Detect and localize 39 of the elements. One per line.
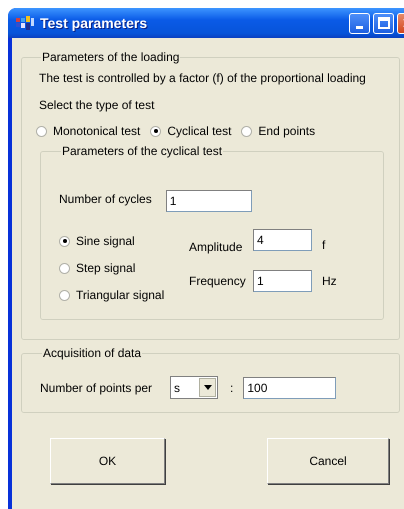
- frequency-field[interactable]: 1: [253, 270, 312, 292]
- minimize-icon: [356, 26, 363, 28]
- points-field[interactable]: 100: [243, 376, 336, 398]
- cancel-button[interactable]: Cancel: [267, 438, 389, 484]
- ok-button[interactable]: OK: [50, 438, 165, 484]
- dropdown-button[interactable]: [199, 378, 216, 397]
- prompt-text: Select the type of test: [39, 98, 156, 112]
- radio-label[interactable]: Sine signal: [76, 234, 135, 248]
- radio-button[interactable]: [59, 262, 70, 274]
- group-title: Acquisition of data: [42, 346, 142, 360]
- unit-dropdown[interactable]: s: [170, 376, 218, 399]
- radio-button[interactable]: [36, 126, 47, 136]
- maximize-icon: [378, 17, 390, 29]
- maximize-button[interactable]: [373, 12, 394, 34]
- radio-label[interactable]: Monotonical test: [53, 124, 140, 138]
- points-label: Number of points per: [40, 380, 154, 394]
- minimize-button[interactable]: [349, 12, 370, 34]
- radio-button[interactable]: [241, 126, 252, 136]
- separator-text: :: [230, 380, 234, 394]
- radio-button[interactable]: [59, 290, 70, 300]
- radio-label[interactable]: Step signal: [76, 261, 136, 275]
- amplitude-label: Amplitude: [189, 240, 244, 254]
- cycles-field[interactable]: 1: [166, 190, 252, 212]
- radio-label[interactable]: Cyclical test: [167, 124, 232, 138]
- app-icon: [16, 16, 34, 30]
- description-text: The test is controlled by a factor (f) of the proportional loading: [39, 71, 367, 85]
- frequency-unit: Hz: [322, 274, 337, 288]
- group-title: Parameters of the cyclical test: [61, 144, 224, 158]
- radio-button[interactable]: [59, 236, 70, 246]
- window-title: Test parameters: [40, 15, 148, 31]
- frequency-label: Frequency: [189, 274, 247, 288]
- cycles-label: Number of cycles: [59, 192, 152, 206]
- radio-label[interactable]: End points: [258, 124, 316, 138]
- caret-icon: [204, 385, 212, 390]
- radio-label[interactable]: Triangular signal: [76, 288, 164, 302]
- group-title: Parameters of the loading: [41, 50, 180, 64]
- amplitude-field[interactable]: 4: [253, 229, 312, 251]
- amplitude-unit: f: [322, 238, 326, 252]
- radio-button[interactable]: [150, 126, 162, 136]
